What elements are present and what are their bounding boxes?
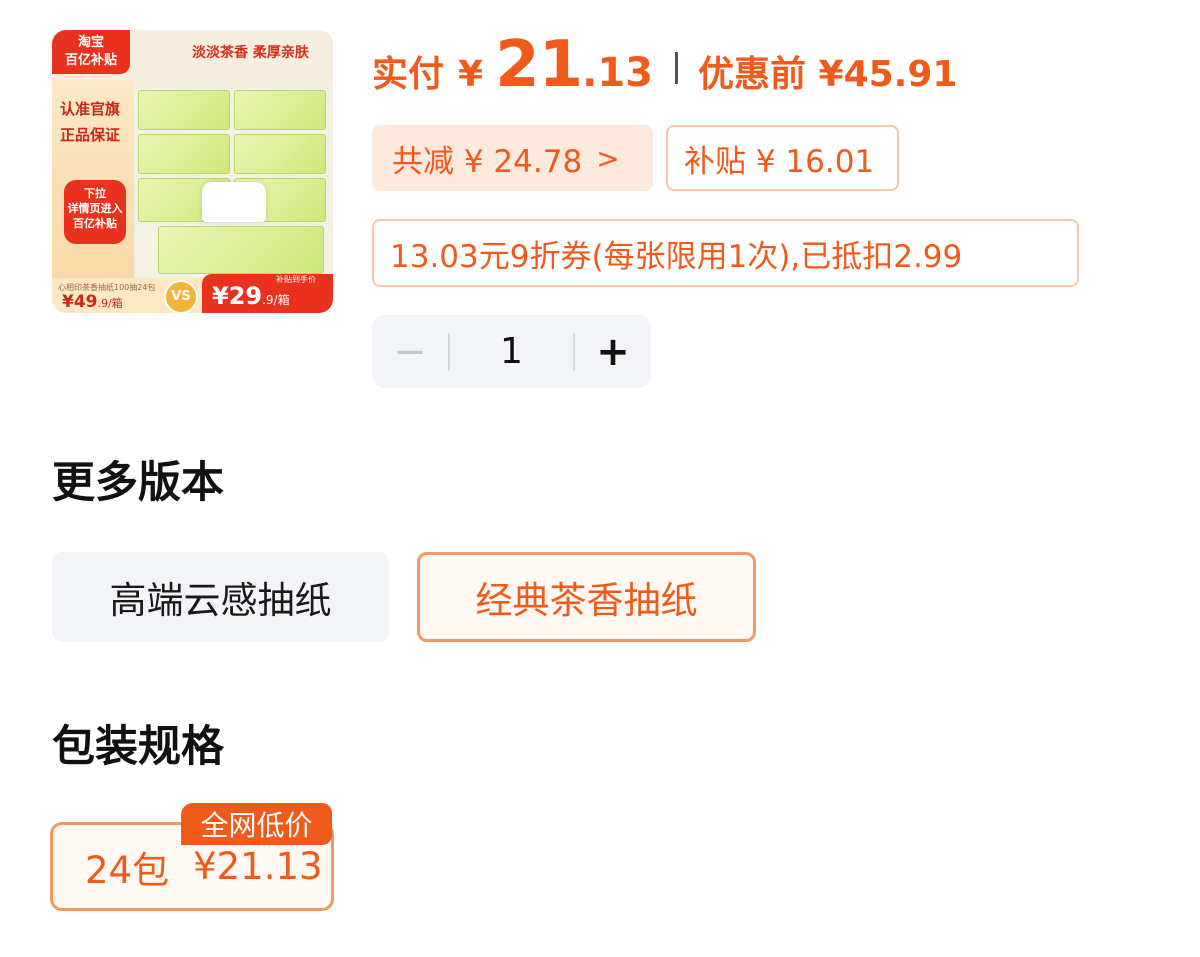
version-option-tea-selected[interactable]: 经典茶香抽纸 bbox=[417, 552, 756, 642]
product-thumbnail[interactable]: 淘宝 百亿补贴 淡淡茶香 柔厚亲肤 认准官旗 正品保证 下拉 详情页进入 百亿补… bbox=[52, 30, 333, 313]
thumbnail-old-price: ¥49.9/箱 bbox=[62, 292, 123, 312]
lowest-price-badge: 全网低价 bbox=[181, 803, 332, 845]
packaging-section-title: 包装规格 bbox=[52, 722, 224, 772]
total-discount-text: 共减 ¥ 24.78 bbox=[392, 143, 583, 180]
total-discount-chip[interactable]: 共减 ¥ 24.78 > bbox=[372, 125, 653, 191]
package-option-label: 24包 bbox=[85, 848, 170, 892]
thumbnail-auth-text: 认准官旗 正品保证 bbox=[60, 100, 121, 144]
decrease-quantity-button[interactable]: − bbox=[372, 315, 448, 388]
vs-badge-icon: VS bbox=[164, 280, 198, 313]
quantity-stepper: − 1 + bbox=[372, 315, 651, 388]
original-price: 优惠前 ¥45.91 bbox=[698, 54, 958, 95]
thumbnail-new-price: ¥29.9/箱 bbox=[212, 282, 290, 310]
paid-currency: ¥ bbox=[458, 54, 484, 95]
subsidy-text: 补贴 ¥ 16.01 bbox=[684, 143, 875, 180]
price-divider bbox=[675, 52, 678, 84]
tissue-boxes-image bbox=[138, 86, 328, 278]
thumbnail-pull-badge: 下拉 详情页进入 百亿补贴 bbox=[64, 180, 126, 244]
coupon-text: 13.03元9折券(每张限用1次),已抵扣2.99 bbox=[390, 238, 963, 275]
price-row: 实付 ¥ 21.13 优惠前 ¥45.91 bbox=[372, 28, 957, 108]
package-option-price: ¥21.13 bbox=[193, 845, 323, 888]
paid-price-decimal: .13 bbox=[582, 50, 653, 96]
paid-label: 实付 bbox=[372, 54, 445, 95]
tissue-icon bbox=[202, 182, 266, 222]
increase-quantity-button[interactable]: + bbox=[575, 315, 651, 388]
paid-price-integer: 21 bbox=[495, 28, 583, 102]
chevron-right-icon: > bbox=[596, 141, 620, 175]
subsidy-logo: 淘宝 百亿补贴 bbox=[52, 30, 130, 74]
quantity-value[interactable]: 1 bbox=[450, 331, 573, 372]
coupon-chip: 13.03元9折券(每张限用1次),已抵扣2.99 bbox=[372, 219, 1079, 287]
version-option-cloud[interactable]: 高端云感抽纸 bbox=[52, 552, 389, 642]
versions-section-title: 更多版本 bbox=[52, 458, 224, 508]
thumbnail-slogan: 淡淡茶香 柔厚亲肤 bbox=[192, 45, 309, 61]
subsidy-chip: 补贴 ¥ 16.01 bbox=[666, 125, 899, 191]
